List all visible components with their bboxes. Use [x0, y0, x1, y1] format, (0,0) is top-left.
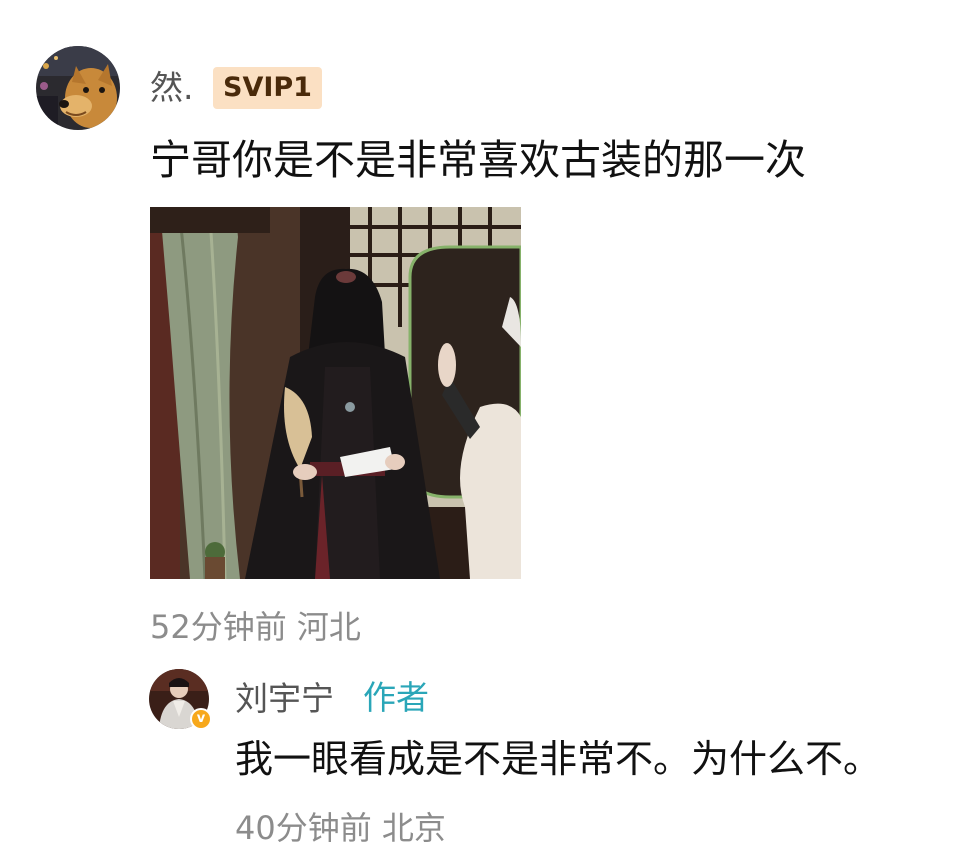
reply-meta: 40分钟前 北京 [235, 808, 446, 848]
comment-meta: 52分钟前 河北 [150, 607, 361, 647]
reply-location: 北京 [381, 809, 446, 847]
author-tag: 作者 [363, 678, 429, 717]
reply-time: 40分钟前 [235, 809, 372, 847]
verified-badge-icon: v [190, 708, 212, 730]
comment-text: 宁哥你是不是非常喜欢古装的那一次 [150, 136, 806, 184]
reply-user-name[interactable]: 刘宇宁 [235, 679, 334, 719]
comment-item: 然. SVIP1 宁哥你是不是非常喜欢古装的那一次 52分钟前 河北 v 刘宇宁… [0, 0, 969, 854]
user-name[interactable]: 然. [150, 68, 194, 108]
comment-image[interactable] [150, 207, 521, 579]
dog-avatar-icon [36, 46, 120, 130]
avatar[interactable] [36, 46, 120, 130]
comment-time: 52分钟前 [150, 608, 287, 646]
reply-text: 我一眼看成是不是非常不。为什么不。 [235, 737, 882, 781]
comment-location: 河北 [296, 608, 361, 646]
vip-badge[interactable]: SVIP1 [213, 67, 322, 109]
photo-image [150, 207, 521, 579]
